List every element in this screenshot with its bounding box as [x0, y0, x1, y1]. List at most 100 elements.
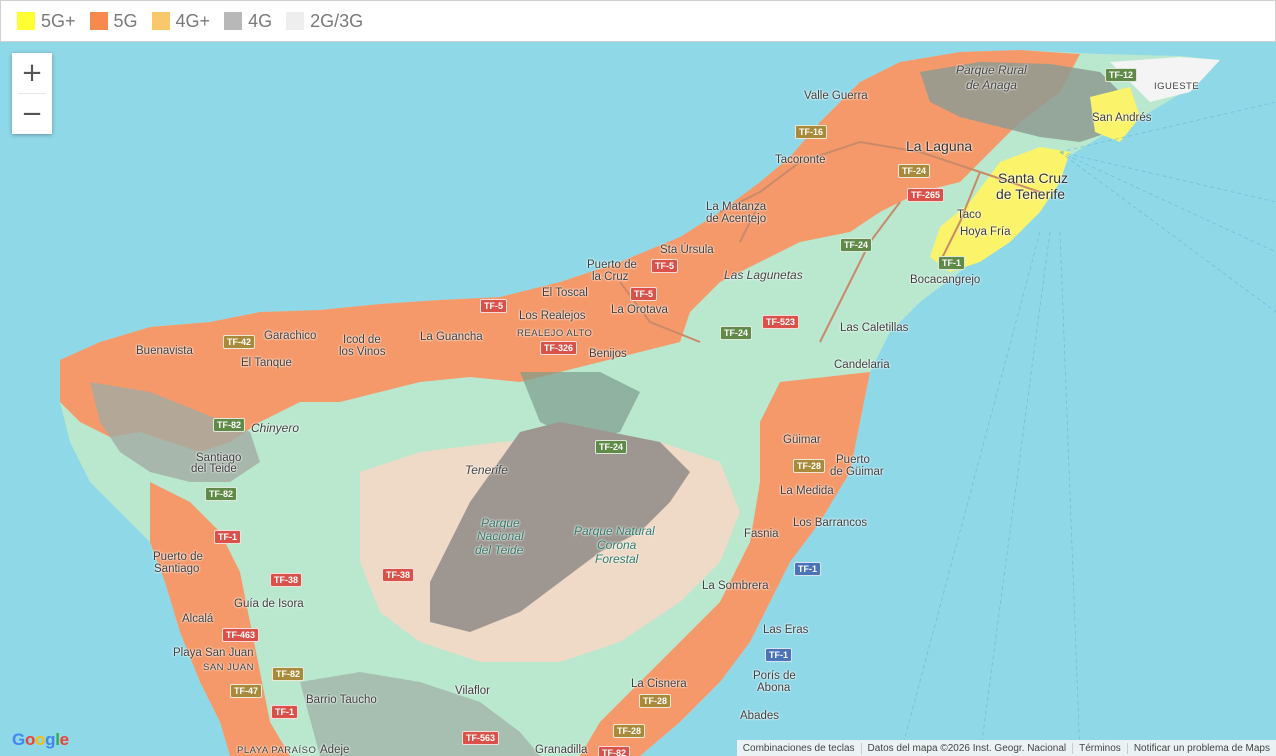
place-la-medida: La Medida: [780, 485, 834, 497]
legend-swatch-5g: [89, 12, 108, 30]
zoom-in-button[interactable]: +: [12, 53, 52, 93]
road-shield: TF-16: [795, 125, 828, 139]
place-pn-corona-2: Corona: [597, 538, 637, 552]
place-adeje: Adeje: [320, 744, 350, 756]
place-pn-corona: Parque Natural: [574, 524, 655, 538]
place-alcala: Alcalá: [182, 613, 214, 625]
zoom-out-button[interactable]: −: [12, 94, 52, 134]
road-shield: TF-24: [595, 440, 628, 454]
road-shield: TF-5: [480, 299, 507, 313]
place-valle-guerra: Valle Guerra: [804, 90, 868, 102]
road-shield: TF-5: [630, 287, 657, 301]
place-vilaflor: Vilaflor: [455, 685, 490, 697]
road-shield: TF-82: [272, 667, 305, 681]
place-la-cisnera: La Cisnera: [631, 678, 687, 690]
legend-label: 5G: [113, 10, 138, 31]
place-la-guancha: La Guancha: [420, 331, 483, 343]
place-pn-teide-3: del Teide: [475, 543, 524, 557]
road-shield: TF-28: [613, 724, 646, 738]
place-pn-teide: Parque: [481, 516, 520, 530]
legend-label: 5G+: [41, 10, 76, 31]
place-igueste: IGUESTE: [1154, 81, 1200, 92]
road-shield: TF-24: [720, 326, 753, 340]
road-shield: TF-5: [651, 259, 678, 273]
place-puerto-guimar-2: de Güimar: [830, 466, 884, 478]
road-shield: TF-28: [793, 459, 826, 473]
place-bocacangrejo: Bocacangrejo: [910, 274, 981, 286]
road-shield: TF-1: [214, 530, 241, 544]
legend-item-5g: 5G: [89, 10, 138, 32]
legend-swatch-4g-plus: [151, 12, 170, 30]
place-los-barrancos: Los Barrancos: [793, 517, 868, 529]
logo-letter: G: [12, 730, 25, 749]
place-puerto-cruz: Puerto de: [587, 259, 637, 271]
legend-item-2g3g: 2G/3G: [286, 11, 363, 32]
logo-letter: o: [24, 730, 36, 749]
road-shield: TF-563: [462, 731, 500, 745]
logo-letter: e: [59, 730, 69, 749]
legend-item-4g-plus: 4G+: [151, 10, 211, 32]
place-abades: Abades: [740, 710, 780, 722]
road-shield: TF-265: [907, 188, 945, 202]
map-data-text: Datos del mapa ©2026 Inst. Geogr. Nacion…: [860, 742, 1073, 754]
place-fasnia: Fasnia: [744, 528, 779, 540]
place-hoya-fria: Hoya Fría: [960, 226, 1011, 238]
place-la-orotava: La Orotava: [611, 304, 668, 316]
terms-link[interactable]: Términos: [1072, 742, 1127, 754]
place-chinyero: Chinyero: [251, 421, 300, 435]
road-shield: TF-1: [794, 562, 821, 576]
place-santa-cruz-2: de Tenerife: [996, 186, 1066, 202]
place-playa-paraiso: PLAYA PARAÍSO: [237, 745, 317, 756]
road-shield: TF-82: [213, 418, 246, 432]
place-santiago-2: del Teide: [191, 463, 237, 475]
place-la-laguna: La Laguna: [906, 138, 973, 154]
place-candelaria: Candelaria: [834, 359, 890, 371]
place-taco: Taco: [957, 209, 982, 221]
road-shield: TF-12: [1105, 68, 1138, 82]
place-puerto-santiago: Puerto de: [153, 551, 203, 563]
place-garachico: Garachico: [264, 330, 317, 342]
road-shield: TF-38: [382, 568, 415, 582]
legend-label: 2G/3G: [310, 10, 364, 31]
report-problem-link[interactable]: Notificar un problema de Maps: [1126, 742, 1276, 754]
logo-letter: o: [35, 730, 46, 749]
legend-swatch-4g: [224, 12, 243, 30]
road-shield: TF-24: [898, 164, 931, 178]
place-tacoronte: Tacoronte: [775, 154, 826, 166]
place-puerto-guimar: Puerto: [836, 454, 870, 466]
zoom-control: + −: [12, 53, 52, 134]
place-el-toscal: El Toscal: [542, 287, 588, 299]
place-barrio-taucho: Barrio Taucho: [306, 694, 377, 706]
keyboard-shortcuts-link[interactable]: Combinaciones de teclas: [737, 743, 861, 754]
logo-letter: g: [45, 730, 56, 749]
place-puerto-santiago-2: Santiago: [154, 563, 200, 575]
place-parque-rural: Parque Rural: [956, 63, 1027, 77]
road-shield: TF-523: [762, 315, 800, 329]
place-la-matanza: La Matanza: [706, 201, 767, 213]
road-shield: TF-1: [765, 648, 792, 662]
place-guia-isora: Guía de Isora: [234, 598, 304, 610]
place-sta-ursula: Sta Úrsula: [660, 244, 714, 256]
place-poris-2: Abona: [757, 682, 791, 694]
map-canvas[interactable]: Parque Rural de Anaga IGUESTE Valle Guer…: [0, 42, 1276, 756]
place-icod: Icod de: [343, 334, 381, 346]
place-las-caletillas: Las Caletillas: [840, 322, 909, 334]
legend-label: 4G+: [175, 10, 211, 31]
place-playa-san-juan: Playa San Juan: [173, 647, 254, 659]
place-san-juan: SAN JUAN: [203, 662, 254, 673]
road-shield: TF-463: [222, 628, 260, 642]
road-shield: TF-1: [271, 705, 298, 719]
place-guimar: Güimar: [783, 434, 821, 446]
place-icod-2: los Vinos: [339, 346, 386, 358]
map-attribution: Combinaciones de teclas Datos del mapa ©…: [736, 740, 1276, 756]
road-shield: TF-38: [270, 573, 303, 587]
place-anaga: de Anaga: [966, 78, 1017, 92]
google-logo[interactable]: Google: [12, 730, 69, 750]
place-la-matanza-2: de Acentejo: [706, 213, 767, 225]
road-shield: TF-24: [840, 238, 873, 252]
place-granadilla: Granadilla: [535, 744, 588, 756]
place-san-andres: San Andrés: [1092, 112, 1152, 124]
legend-swatch-5g-plus: [17, 12, 35, 30]
place-buenavista: Buenavista: [136, 345, 193, 357]
road-shield: TF-82: [598, 746, 631, 756]
